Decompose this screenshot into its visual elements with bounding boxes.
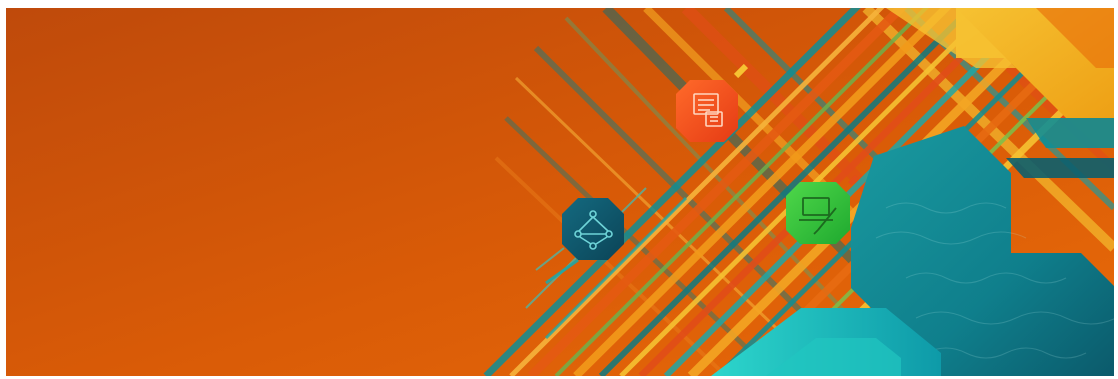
hero-banner [6, 8, 1114, 376]
laptop-edit-icon [786, 182, 850, 244]
banner-artwork [6, 8, 1114, 376]
document-stack-icon [676, 80, 738, 142]
